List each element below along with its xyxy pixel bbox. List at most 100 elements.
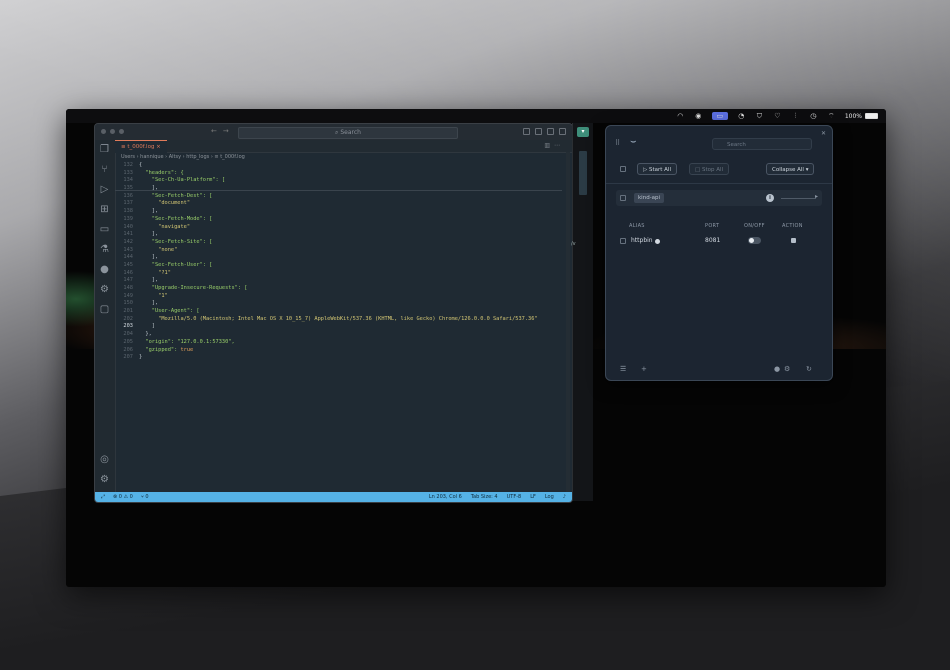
code-line[interactable]: 147 ],: [115, 277, 562, 285]
chevron-right-icon[interactable]: ▸: [815, 193, 818, 200]
more-actions-icon[interactable]: ⋯: [554, 142, 564, 149]
code-line[interactable]: 140 "navigate": [115, 224, 562, 232]
clock-icon[interactable]: ◷: [809, 112, 818, 120]
code-text: "origin": "127.0.0.1:57330",: [139, 338, 235, 345]
code-line[interactable]: 202 "Mozilla/5.0 (Macintosh; Intel Mac O…: [115, 316, 562, 324]
editor-scrollbar[interactable]: [566, 152, 570, 492]
service-search-input[interactable]: Search: [712, 138, 812, 150]
add-icon[interactable]: +: [641, 365, 647, 373]
select-all-checkbox[interactable]: [620, 166, 626, 172]
breadcrumb[interactable]: Users › hannique › Altsy › http_logs › ≡…: [121, 154, 245, 160]
tab-size[interactable]: Tab Size: 4: [471, 492, 498, 502]
code-line[interactable]: 204 },: [115, 331, 562, 339]
customize-layout-icon[interactable]: [559, 128, 566, 135]
menu-extra-icon[interactable]: ◠: [676, 112, 685, 120]
settings-icon[interactable]: ⚙: [784, 365, 790, 373]
service-action-button[interactable]: [791, 238, 796, 243]
code-line[interactable]: 150 ],: [115, 300, 562, 308]
collapse-all-button[interactable]: Collapse All ▾: [766, 163, 815, 175]
timer-icon[interactable]: ◔: [737, 112, 746, 120]
remote-indicator-icon[interactable]: ⤢: [101, 492, 105, 502]
code-line[interactable]: 136 "Sec-Fetch-Dest": [: [115, 193, 562, 201]
code-line[interactable]: 137 "document": [115, 200, 562, 208]
run-debug-icon[interactable]: ▷: [99, 184, 110, 195]
toggle-sidebar-icon[interactable]: [523, 128, 530, 135]
back-arrow-icon[interactable]: ←: [211, 127, 223, 135]
chat-icon[interactable]: ▢: [99, 304, 110, 315]
command-search-input[interactable]: ⌕ Search: [238, 127, 458, 139]
remote-explorer-icon[interactable]: ▭: [99, 224, 110, 235]
code-line[interactable]: 146 "?1": [115, 270, 562, 278]
wifi-icon[interactable]: ⌔: [827, 112, 836, 120]
account-icon[interactable]: ◎: [99, 454, 110, 465]
service-group-row[interactable]: kind-api i ▸: [616, 190, 822, 206]
tab-log-file[interactable]: ≡ t_000f.log ×: [115, 140, 167, 153]
drag-handle-icon[interactable]: ⠿: [615, 139, 620, 147]
testing-icon[interactable]: ⚗: [99, 244, 110, 255]
problems-indicator[interactable]: ⊗ 0 ⚠ 0: [113, 492, 133, 502]
code-text: ]: [139, 323, 155, 330]
record-icon[interactable]: ◉: [694, 112, 703, 120]
audio-icon[interactable]: ⫶: [791, 112, 800, 120]
menu-icon[interactable]: ☰: [620, 365, 626, 373]
code-line[interactable]: 132 {: [115, 162, 562, 170]
source-control-icon[interactable]: ⑂: [99, 164, 110, 175]
encoding[interactable]: UTF-8: [507, 492, 522, 502]
explorer-icon[interactable]: ❐: [99, 144, 110, 155]
code-line[interactable]: 138 ],: [115, 208, 562, 216]
close-window-button[interactable]: [101, 129, 106, 134]
battery-status[interactable]: 100%: [845, 113, 878, 120]
stop-all-button[interactable]: □ Stop All: [689, 163, 730, 175]
service-checkbox[interactable]: [620, 238, 626, 244]
close-icon[interactable]: ✕: [821, 130, 826, 137]
heart-monitor-icon[interactable]: ♡: [773, 112, 782, 120]
extensions-icon[interactable]: ⊞: [99, 204, 110, 215]
code-line[interactable]: 143 "none": [115, 247, 562, 255]
notifications-icon[interactable]: ♪: [563, 492, 566, 502]
start-all-button[interactable]: ▷ Start All: [637, 163, 677, 175]
forward-arrow-icon[interactable]: →: [223, 127, 235, 135]
language-mode[interactable]: Log: [545, 492, 554, 502]
code-line[interactable]: 134 "Sec-Ch-Ua-Platform": [: [115, 177, 562, 185]
line-ending[interactable]: LF: [530, 492, 536, 502]
code-area[interactable]: 132{133 "headers": {134 "Sec-Ch-Ua-Platf…: [115, 162, 562, 482]
service-toggle[interactable]: [748, 237, 761, 244]
toggle-panel-icon[interactable]: [535, 128, 542, 135]
extension-view-icon[interactable]: ●: [99, 264, 110, 275]
dropdown-chip[interactable]: ▾: [577, 127, 589, 137]
layout-controls: [523, 128, 566, 135]
line-number: 201: [123, 308, 133, 315]
code-line[interactable]: 135 ],: [115, 185, 562, 193]
group-checkbox[interactable]: [620, 195, 626, 201]
code-line[interactable]: 142 "Sec-Fetch-Site": [: [115, 239, 562, 247]
info-icon[interactable]: i: [766, 194, 774, 202]
code-line[interactable]: 201 "User-Agent": [: [115, 308, 562, 316]
minimize-window-button[interactable]: [110, 129, 115, 134]
code-line[interactable]: 139 "Sec-Fetch-Mode": [: [115, 216, 562, 224]
line-number: 202: [123, 315, 133, 322]
code-line[interactable]: 205 "origin": "127.0.0.1:57330",: [115, 339, 562, 347]
github-icon[interactable]: ●: [774, 365, 780, 373]
refresh-icon[interactable]: ↻: [806, 365, 812, 373]
ports-indicator[interactable]: ⑂ 0: [141, 492, 149, 502]
code-line[interactable]: 144 ],: [115, 254, 562, 262]
code-text: ],: [139, 277, 159, 284]
code-line[interactable]: 145 "Sec-Fetch-User": [: [115, 262, 562, 270]
close-tab-icon[interactable]: ×: [154, 144, 161, 150]
docker-icon[interactable]: ⚙: [99, 284, 110, 295]
code-line[interactable]: 148 "Upgrade-Insecure-Requests": [: [115, 285, 562, 293]
toggle-secondary-sidebar-icon[interactable]: [547, 128, 554, 135]
shield-icon[interactable]: ⛉: [755, 112, 764, 120]
port-manager-icon[interactable]: ▭: [711, 112, 728, 120]
code-line[interactable]: 207}: [115, 354, 562, 362]
code-line[interactable]: 149 "1": [115, 293, 562, 301]
code-line[interactable]: 133 "headers": {: [115, 170, 562, 178]
divider: [606, 183, 832, 184]
settings-gear-icon[interactable]: ⚙: [99, 474, 110, 485]
cursor-position[interactable]: Ln 203, Col 6: [429, 492, 462, 502]
code-line[interactable]: 206 "gzipped": true: [115, 347, 562, 355]
zoom-window-button[interactable]: [119, 129, 124, 134]
code-line[interactable]: 141 ],: [115, 231, 562, 239]
code-line[interactable]: 203 ]: [115, 323, 562, 331]
split-editor-icon[interactable]: ▥: [544, 142, 554, 149]
